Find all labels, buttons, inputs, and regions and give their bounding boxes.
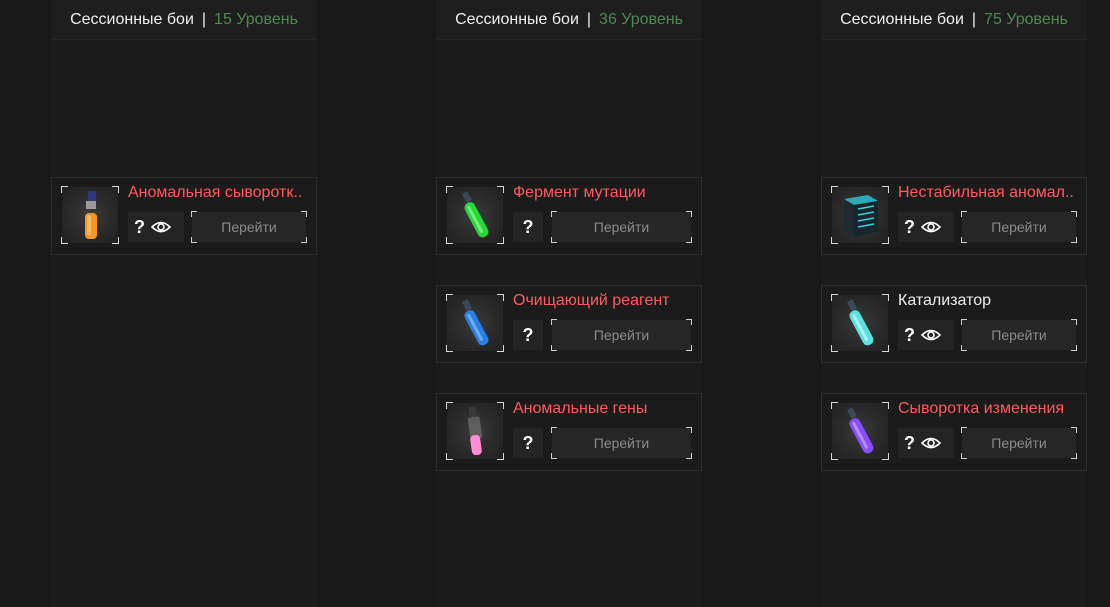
go-button[interactable]: Перейти [961,319,1077,351]
question-icon[interactable]: ? [904,218,915,236]
header-separator: | [586,10,592,28]
question-icon[interactable]: ? [523,218,534,236]
go-button-label: Перейти [593,327,650,343]
item-name: Очищающий реагент [513,292,670,309]
item-name: Аномальная сыворотк.. [128,184,303,201]
purple-vial-icon[interactable] [831,402,889,460]
question-icon[interactable]: ? [134,218,145,236]
level-label: 75 Уровень [984,10,1068,28]
item-name: Аномальные гены [513,400,648,417]
eye-icon[interactable] [921,436,941,450]
go-button-label: Перейти [991,219,1047,235]
device-block-icon[interactable] [831,186,889,244]
go-button[interactable]: Перейти [551,319,692,351]
item-name: Фермент мутации [513,184,646,201]
go-button[interactable]: Перейти [191,211,307,243]
green-vial-icon[interactable] [446,186,504,244]
go-button[interactable]: Перейти [551,427,692,459]
go-button[interactable]: Перейти [961,211,1077,243]
item-name: Нестабильная аномал.. [898,184,1074,201]
question-icon[interactable]: ? [904,326,915,344]
go-button-label: Перейти [593,219,650,235]
item-info-group: ? [898,428,954,458]
eye-icon[interactable] [921,220,941,234]
column-header: Сессионные бои | 15 Уровень [51,0,317,40]
column-level-15: Сессионные бои | 15 Уровень Аномальная с… [51,0,317,607]
item-info-group: ? [513,320,543,350]
go-button[interactable]: Перейти [961,427,1077,459]
item-card: Аномальная сыворотк.. ? Перейти [51,177,317,255]
column-level-36: Сессионные бои | 36 Уровень Фермент мута… [436,0,702,607]
item-info-group: ? [898,320,954,350]
go-button-label: Перейти [221,219,277,235]
level-label: 36 Уровень [599,10,683,28]
question-icon[interactable]: ? [523,326,534,344]
orange-vial-icon[interactable] [61,186,119,244]
mode-label: Сессионные бои [840,10,964,28]
go-button-label: Перейти [593,435,650,451]
page: Сессионные бои | 15 Уровень Аномальная с… [0,0,1110,607]
go-button[interactable]: Перейти [551,211,692,243]
go-button-label: Перейти [991,435,1047,451]
column-header: Сессионные бои | 75 Уровень [821,0,1087,40]
item-name: Катализатор [898,292,992,309]
level-label: 15 Уровень [214,10,298,28]
header-separator: | [971,10,977,28]
item-card: Очищающий реагент ? Перейти [436,285,702,363]
item-card: Сыворотка изменения ? Перейти [821,393,1087,471]
cyan-vial-icon[interactable] [831,294,889,352]
mode-label: Сессионные бои [455,10,579,28]
go-button-label: Перейти [991,327,1047,343]
header-separator: | [201,10,207,28]
column-header: Сессионные бои | 36 Уровень [436,0,702,40]
item-card: Аномальные гены ? Перейти [436,393,702,471]
item-info-group: ? [898,212,954,242]
question-icon[interactable]: ? [904,434,915,452]
item-card: Нестабильная аномал.. ? Перейти [821,177,1087,255]
blue-vial-icon[interactable] [446,294,504,352]
question-icon[interactable]: ? [523,434,534,452]
mode-label: Сессионные бои [70,10,194,28]
pink-vial-icon[interactable] [446,402,504,460]
eye-icon[interactable] [921,328,941,342]
item-info-group: ? [513,212,543,242]
eye-icon[interactable] [151,220,171,234]
item-info-group: ? [513,428,543,458]
column-level-75: Сессионные бои | 75 Уровень Нестабильная… [821,0,1087,607]
item-name: Сыворотка изменения [898,400,1065,417]
item-info-group: ? [128,212,184,242]
item-card: Катализатор ? Перейти [821,285,1087,363]
item-card: Фермент мутации ? Перейти [436,177,702,255]
